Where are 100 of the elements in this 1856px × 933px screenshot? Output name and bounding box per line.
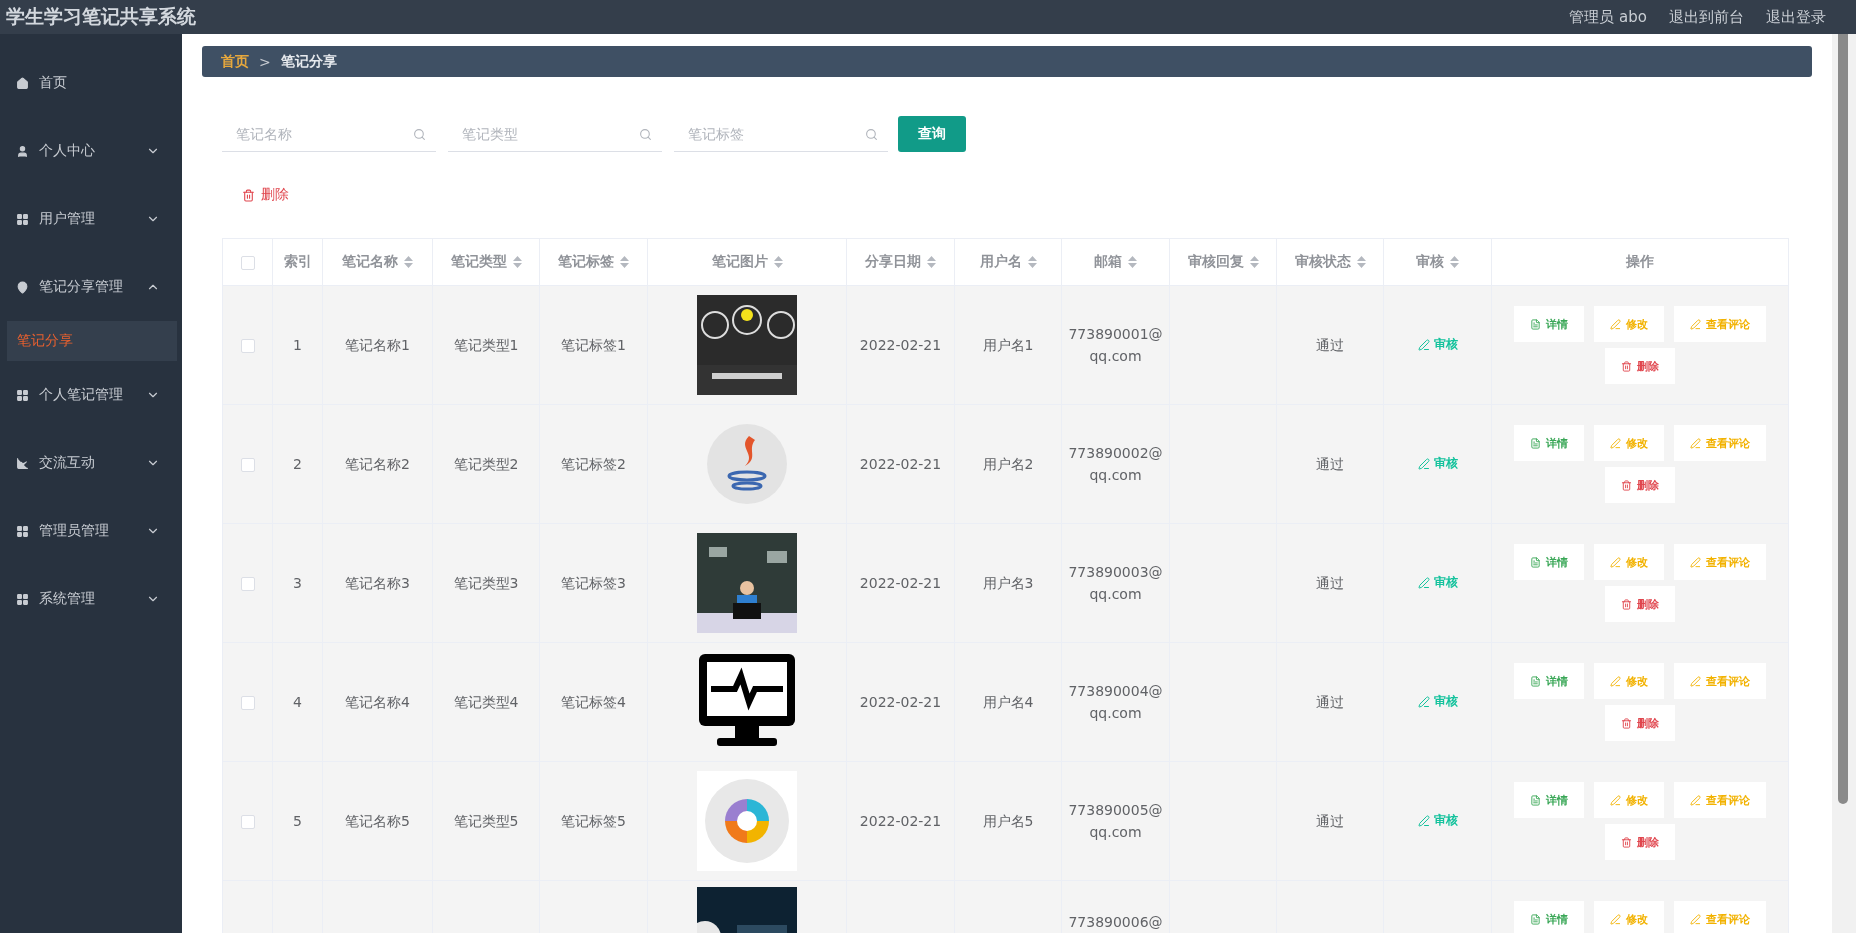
sidebar-item[interactable]: 管理员管理 <box>0 497 182 565</box>
sort-icon[interactable] <box>1027 256 1037 268</box>
column-header: 用户名 <box>979 253 1022 269</box>
column-header: 邮箱 <box>1094 253 1122 269</box>
sort-icon[interactable] <box>1128 256 1137 268</box>
delete-button[interactable]: 删除 <box>1605 348 1675 384</box>
sidebar-item[interactable]: 系统管理 <box>0 565 182 633</box>
sidebar-item[interactable]: 首页 <box>0 49 182 117</box>
checkbox[interactable] <box>240 696 255 710</box>
detail-button[interactable]: 详情 <box>1514 425 1584 461</box>
review-link[interactable]: 审核 <box>1417 693 1458 711</box>
scrollbar-thumb[interactable] <box>1838 34 1848 804</box>
table-cell: 2022-02-21 <box>859 812 942 829</box>
sort-icon[interactable] <box>404 256 413 268</box>
table-cell: 4 <box>293 693 302 710</box>
sort-icon[interactable] <box>620 256 629 268</box>
detail-button[interactable]: 详情 <box>1514 306 1584 342</box>
checkbox[interactable] <box>240 815 255 829</box>
review-link[interactable]: 审核 <box>1417 574 1458 592</box>
table-cell: 用户名4 <box>982 693 1034 710</box>
delete-button[interactable]: 删除 <box>1605 824 1675 860</box>
column-header: 笔记图片 <box>711 253 768 269</box>
edit-button[interactable]: 修改 <box>1594 663 1664 699</box>
user-icon <box>16 144 29 158</box>
sort-icon[interactable] <box>1249 256 1259 268</box>
table-cell: 笔记标签5 <box>561 812 626 829</box>
table-cell: 5 <box>293 812 302 829</box>
email-cell: 773890003@qq.com <box>1068 563 1163 602</box>
document-icon <box>1530 794 1541 806</box>
detail-button[interactable]: 详情 <box>1514 782 1584 818</box>
comments-button[interactable]: 查看评论 <box>1674 901 1766 933</box>
edit-button[interactable]: 修改 <box>1594 544 1664 580</box>
search-field[interactable]: 笔记类型 <box>448 116 662 152</box>
sidebar-item[interactable]: 个人笔记管理 <box>0 361 182 429</box>
table-cell: 用户名5 <box>982 812 1034 829</box>
table-cell: 笔记类型2 <box>453 455 519 472</box>
comments-button[interactable]: 查看评论 <box>1674 544 1766 580</box>
detail-button[interactable]: 详情 <box>1514 901 1584 933</box>
column-header: 笔记标签 <box>558 253 614 269</box>
query-button[interactable]: 查询 <box>898 116 966 152</box>
delete-button[interactable]: 删除 <box>222 178 309 212</box>
edit-button[interactable]: 修改 <box>1594 782 1664 818</box>
checkbox[interactable] <box>240 256 255 270</box>
grid-icon <box>16 388 29 402</box>
sort-icon[interactable] <box>1356 256 1366 268</box>
table-cell: 用户名2 <box>982 455 1034 472</box>
email-cell: 773890002@qq.com <box>1068 444 1163 483</box>
delete-button[interactable]: 删除 <box>1605 586 1675 622</box>
review-link[interactable]: 审核 <box>1417 455 1458 473</box>
email-cell: 773890001@qq.com <box>1068 325 1163 364</box>
table-cell: 1 <box>293 336 302 353</box>
search-field[interactable]: 笔记名称 <box>222 116 436 152</box>
comments-button[interactable]: 查看评论 <box>1674 663 1766 699</box>
table-cell: 2022-02-21 <box>859 693 942 710</box>
table-cell: 笔记名称2 <box>345 455 410 472</box>
sort-icon[interactable] <box>773 256 783 268</box>
table-cell: 笔记标签2 <box>561 455 626 472</box>
sidebar-item[interactable]: 用户管理 <box>0 185 182 253</box>
edit-button[interactable]: 修改 <box>1594 425 1664 461</box>
header-link[interactable]: 退出登录 <box>1766 7 1826 27</box>
sort-icon[interactable] <box>1450 256 1459 268</box>
pen-icon <box>1690 556 1701 568</box>
pen-icon <box>1610 675 1621 687</box>
document-icon <box>1530 318 1541 330</box>
sort-icon[interactable] <box>512 256 522 268</box>
detail-button[interactable]: 详情 <box>1514 663 1584 699</box>
comments-button[interactable]: 查看评论 <box>1674 782 1766 818</box>
home-icon <box>16 76 29 90</box>
delete-button[interactable]: 删除 <box>1605 705 1675 741</box>
breadcrumb-link[interactable]: 首页 <box>221 52 249 71</box>
pen-icon <box>1417 576 1430 589</box>
sidebar-item[interactable]: 笔记分享管理 <box>0 253 182 321</box>
email-cell: 773890006@ <box>1068 914 1163 930</box>
column-header: 笔记类型 <box>450 253 507 269</box>
delete-button[interactable]: 删除 <box>1605 467 1675 503</box>
checkbox[interactable] <box>240 458 255 472</box>
sidebar-item[interactable]: 交流互动 <box>0 429 182 497</box>
sidebar-subitem[interactable]: 笔记分享 <box>7 321 177 361</box>
checkbox[interactable] <box>240 339 255 353</box>
grid-icon <box>16 212 29 226</box>
review-link[interactable]: 审核 <box>1417 812 1458 830</box>
checkbox[interactable] <box>240 577 255 591</box>
sort-icon[interactable] <box>927 256 936 268</box>
scrollbar[interactable] <box>1832 34 1856 933</box>
pen-icon <box>1417 695 1430 708</box>
header-link[interactable]: 退出到前台 <box>1669 7 1744 27</box>
edit-button[interactable]: 修改 <box>1594 901 1664 933</box>
chart-icon <box>16 456 29 470</box>
review-link[interactable]: 审核 <box>1417 336 1458 354</box>
table-cell: 2022-02-21 <box>859 336 942 353</box>
search-field[interactable]: 笔记标签 <box>674 116 888 152</box>
detail-button[interactable]: 详情 <box>1514 544 1584 580</box>
user-label: 管理员 abo <box>1569 7 1647 27</box>
sidebar-item[interactable]: 个人中心 <box>0 117 182 185</box>
document-icon <box>1530 556 1541 568</box>
comments-button[interactable]: 查看评论 <box>1674 306 1766 342</box>
table-cell: 笔记标签3 <box>561 574 626 591</box>
search-icon <box>413 128 426 141</box>
comments-button[interactable]: 查看评论 <box>1674 425 1766 461</box>
edit-button[interactable]: 修改 <box>1594 306 1664 342</box>
